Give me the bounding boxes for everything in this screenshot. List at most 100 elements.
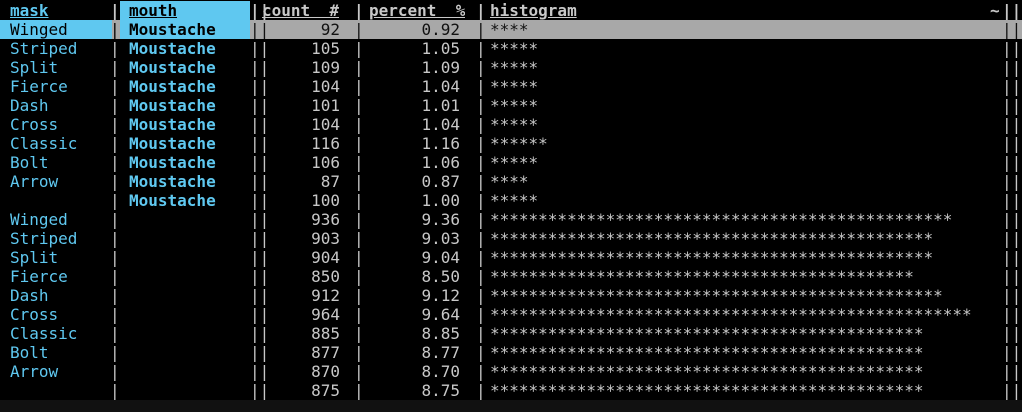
count-cell[interactable]: 903 [262,229,340,248]
count-cell[interactable]: 875 [262,381,340,400]
mask-cell[interactable]: Bolt [10,343,110,362]
table-row[interactable]: Bolt | || 877 | 8.77 | ************************… [0,343,1022,362]
mouth-cell[interactable] [129,267,249,286]
mask-cell[interactable]: Cross [10,305,110,324]
mouth-cell[interactable] [129,248,249,267]
mouth-cell[interactable]: Moustache [129,172,249,191]
percent-cell[interactable]: 0.87 [366,172,460,191]
mask-cell[interactable]: Dash [10,96,110,115]
percent-cell[interactable]: 8.75 [366,381,460,400]
column-header-count[interactable]: count # [262,1,339,20]
count-cell[interactable]: 104 [262,77,340,96]
mask-cell[interactable]: Striped [10,39,110,58]
column-header-mask[interactable]: mask [10,1,49,20]
mask-cell[interactable]: Split [10,58,110,77]
mask-cell[interactable]: Cross [10,115,110,134]
column-menu-icon[interactable]: ~ [990,1,1000,20]
mask-cell[interactable]: Classic [10,134,110,153]
percent-cell[interactable]: 1.04 [366,115,460,134]
mouth-cell[interactable] [129,229,249,248]
mask-cell[interactable]: Winged [10,210,110,229]
percent-cell[interactable]: 9.12 [366,286,460,305]
mask-cell[interactable]: Striped [10,229,110,248]
table-row[interactable]: Cross | || 964 | 9.64 | ***********************… [0,305,1022,324]
mask-cell[interactable]: Fierce [10,77,110,96]
mask-cell[interactable] [10,381,110,400]
mouth-cell[interactable]: Moustache [129,115,249,134]
table-row[interactable]: | || 875 | 8.75 | ****************************… [0,381,1022,400]
mouth-cell[interactable] [129,286,249,305]
count-cell[interactable]: 850 [262,267,340,286]
mask-cell[interactable]: Winged [10,20,110,39]
table-row[interactable]: Split | || 904 | 9.04 | ***********************… [0,248,1022,267]
count-cell[interactable]: 92 [262,20,340,39]
percent-cell[interactable]: 1.09 [366,58,460,77]
table-row[interactable]: Classic | Moustache || 116 | 1.16 | ****** || [0,134,1022,153]
mouth-cell[interactable] [129,381,249,400]
count-cell[interactable]: 870 [262,362,340,381]
percent-cell[interactable]: 1.04 [366,77,460,96]
count-cell[interactable]: 87 [262,172,340,191]
count-cell[interactable]: 100 [262,191,340,210]
mouth-cell[interactable]: Moustache [129,20,249,39]
percent-cell[interactable]: 9.36 [366,210,460,229]
percent-cell[interactable]: 0.92 [366,20,460,39]
count-cell[interactable]: 877 [262,343,340,362]
percent-cell[interactable]: 1.06 [366,153,460,172]
percent-cell[interactable]: 8.77 [366,343,460,362]
count-cell[interactable]: 904 [262,248,340,267]
column-header-histogram[interactable]: histogram [490,1,577,20]
count-cell[interactable]: 964 [262,305,340,324]
table-row[interactable]: Bolt | Moustache || 106 | 1.06 | ***** || [0,153,1022,172]
table-row[interactable]: Winged | Moustache || 92 | 0.92 | **** || [0,20,1022,39]
column-header-percent[interactable]: percent % [369,1,465,20]
count-cell[interactable]: 912 [262,286,340,305]
table-row[interactable]: Fierce | Moustache || 104 | 1.04 | ***** || [0,77,1022,96]
count-cell[interactable]: 109 [262,58,340,77]
table-row[interactable]: Winged | || 936 | 9.36 | **********************… [0,210,1022,229]
mouth-cell[interactable]: Moustache [129,39,249,58]
table-row[interactable]: Cross | Moustache || 104 | 1.04 | ***** || [0,115,1022,134]
table-row[interactable]: Dash | || 912 | 9.12 | ************************… [0,286,1022,305]
mouth-cell[interactable] [129,362,249,381]
mouth-cell[interactable]: Moustache [129,191,249,210]
percent-cell[interactable]: 8.50 [366,267,460,286]
count-cell[interactable]: 116 [262,134,340,153]
percent-cell[interactable]: 9.64 [366,305,460,324]
table-row[interactable]: Fierce | || 850 | 8.50 | **********************… [0,267,1022,286]
table-row[interactable]: Dash | Moustache || 101 | 1.01 | ***** || [0,96,1022,115]
mask-cell[interactable]: Dash [10,286,110,305]
percent-cell[interactable]: 8.85 [366,324,460,343]
count-cell[interactable]: 106 [262,153,340,172]
mask-cell[interactable]: Classic [10,324,110,343]
table-row[interactable]: Striped | Moustache || 105 | 1.05 | ***** || [0,39,1022,58]
table-row[interactable]: Split | Moustache || 109 | 1.09 | ***** || [0,58,1022,77]
table-row[interactable]: Classic | || 885 | 8.85 | *********************… [0,324,1022,343]
percent-cell[interactable]: 9.03 [366,229,460,248]
count-cell[interactable]: 101 [262,96,340,115]
percent-cell[interactable]: 1.01 [366,96,460,115]
mouth-cell[interactable]: Moustache [129,77,249,96]
mask-cell[interactable]: Fierce [10,267,110,286]
percent-cell[interactable]: 1.16 [366,134,460,153]
mouth-cell[interactable]: Moustache [129,153,249,172]
mask-cell[interactable]: Arrow [10,362,110,381]
count-cell[interactable]: 104 [262,115,340,134]
column-header-mouth[interactable]: mouth [129,1,177,20]
percent-cell[interactable]: 9.04 [366,248,460,267]
mouth-cell[interactable]: Moustache [129,96,249,115]
mask-cell[interactable] [10,191,110,210]
mask-cell[interactable]: Split [10,248,110,267]
mouth-cell[interactable] [129,305,249,324]
mouth-cell[interactable]: Moustache [129,134,249,153]
count-cell[interactable]: 885 [262,324,340,343]
table-row[interactable]: Arrow | Moustache || 87 | 0.87 | **** || [0,172,1022,191]
table-row[interactable]: | Moustache || 100 | 1.00 | ***** || [0,191,1022,210]
mouth-cell[interactable]: Moustache [129,58,249,77]
mask-cell[interactable]: Bolt [10,153,110,172]
percent-cell[interactable]: 1.00 [366,191,460,210]
table-row[interactable]: Striped | || 903 | 9.03 | *********************… [0,229,1022,248]
mask-cell[interactable]: Arrow [10,172,110,191]
count-cell[interactable]: 105 [262,39,340,58]
table-row[interactable]: Arrow | || 870 | 8.70 | ***********************… [0,362,1022,381]
